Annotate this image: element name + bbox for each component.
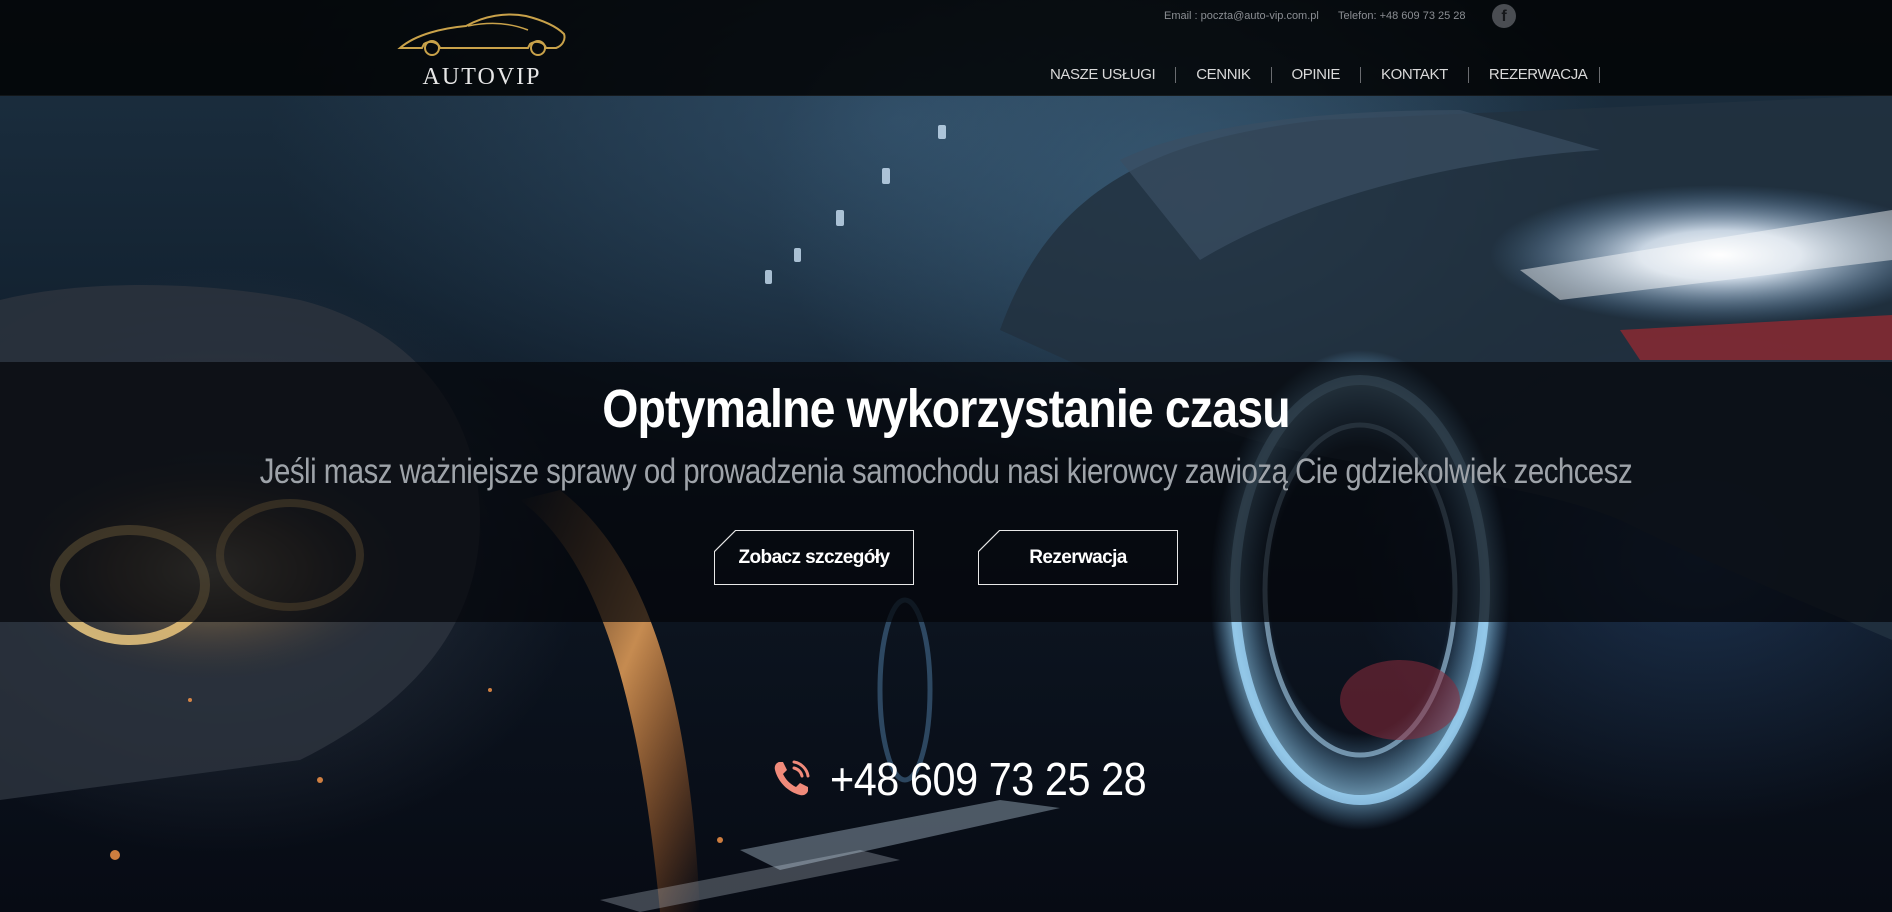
- nav-item-nasze-uslugi[interactable]: NASZE USŁUGI: [1030, 67, 1177, 83]
- contact-email[interactable]: Email : poczta@auto-vip.com.pl: [1164, 10, 1319, 22]
- facebook-icon[interactable]: f: [1492, 4, 1516, 28]
- nav-item-cennik[interactable]: CENNIK: [1176, 67, 1272, 83]
- car-logo-icon: [397, 13, 566, 56]
- nav-item-rezerwacja[interactable]: REZERWACJA: [1469, 67, 1601, 83]
- main-nav: NASZE USŁUGI CENNIK OPINIE KONTAKT REZER…: [1030, 64, 1601, 86]
- site-header: AUTOVIP Email : poczta@auto-vip.com.pl T…: [0, 0, 1892, 96]
- booking-button[interactable]: Rezerwacja: [978, 530, 1178, 585]
- logo-text: AUTOVIP: [422, 64, 542, 90]
- hero-subheadline: Jeśli masz ważniejsze sprawy od prowadze…: [259, 452, 1633, 491]
- details-button[interactable]: Zobacz szczegóły: [714, 530, 914, 585]
- logo[interactable]: AUTOVIP: [396, 8, 568, 90]
- hero-headline: Optymalne wykorzystanie czasu: [602, 379, 1290, 439]
- nav-item-opinie[interactable]: OPINIE: [1272, 67, 1361, 83]
- nav-item-kontakt[interactable]: KONTAKT: [1361, 67, 1469, 83]
- hero-phone-number[interactable]: +48 609 73 25 28: [830, 752, 1147, 806]
- phone-ringing-icon: [774, 760, 810, 796]
- contact-phone[interactable]: Telefon: +48 609 73 25 28: [1338, 10, 1466, 22]
